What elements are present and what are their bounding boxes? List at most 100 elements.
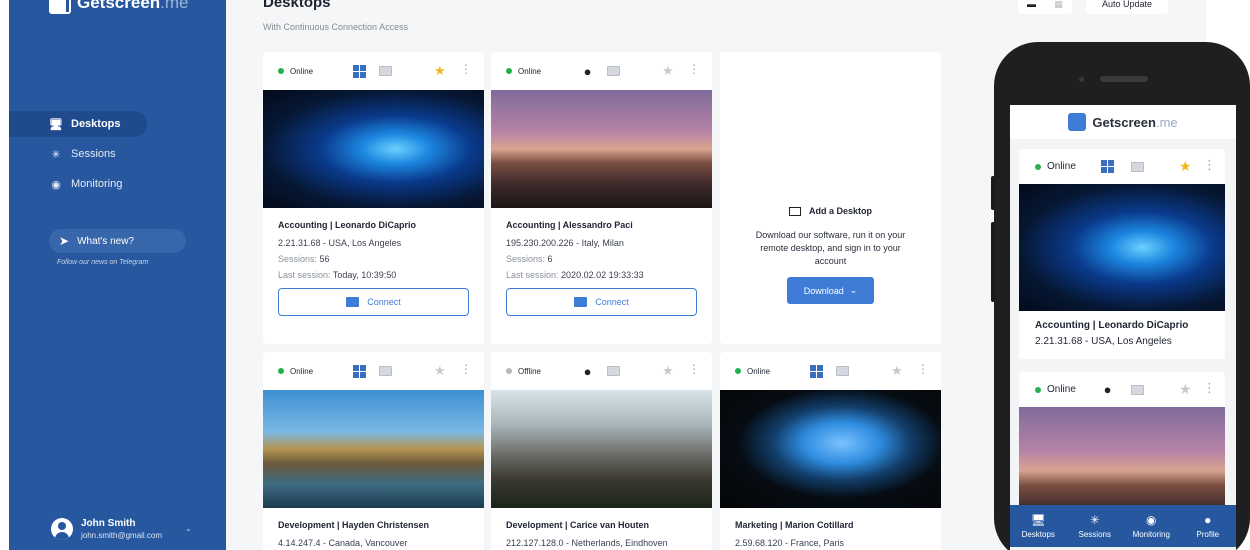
sessions-icon: ✳ <box>51 148 61 161</box>
status-dot <box>278 368 284 374</box>
star-icon[interactable]: ★ <box>434 363 446 379</box>
phone-speaker <box>1100 76 1148 82</box>
last-session-label: Last session: <box>506 270 559 280</box>
more-menu-icon[interactable]: ⋮ <box>460 362 472 376</box>
windows-icon <box>353 365 366 378</box>
chevron-down-icon: ⌄ <box>849 285 858 295</box>
user-menu[interactable]: John Smith john.smith@gmail.com ⌄ <box>51 518 192 540</box>
sidebar: Getscreen .me 🖥 Desktops ✳ Sessions ◉ Mon… <box>9 0 226 550</box>
sessions-icon: ✳ <box>1089 513 1100 527</box>
star-icon[interactable]: ★ <box>891 363 903 379</box>
auto-update-button[interactable]: Auto Update <box>1086 0 1168 14</box>
desktop-card[interactable]: Online ★ ⋮ Accounting | Leonardo DiCapri… <box>263 52 484 344</box>
star-icon[interactable]: ★ <box>434 63 446 79</box>
grid-view-icon[interactable]: ▦ <box>1045 0 1072 14</box>
more-menu-icon[interactable]: ⋮ <box>917 362 929 376</box>
page-title: Desktops <box>263 0 331 11</box>
screen-icon <box>607 366 620 376</box>
card-header: Online ● ★ ⋮ <box>491 52 712 90</box>
more-menu-icon[interactable]: ⋮ <box>1203 380 1216 396</box>
desktop-card[interactable]: Online ★ ⋮ Accounting | Leonardo DiCapri… <box>1019 149 1225 359</box>
last-session-value: 2020.02.02 19:33:33 <box>561 270 644 280</box>
view-toggle: ▬ ▦ <box>1018 0 1072 14</box>
more-menu-icon[interactable]: ⋮ <box>460 62 472 76</box>
list-view-icon[interactable]: ▬ <box>1018 0 1045 14</box>
tab-monitoring[interactable]: ◉ Monitoring <box>1123 505 1180 547</box>
screen-icon <box>379 66 392 76</box>
card-header: Online ★ ⋮ <box>263 352 484 390</box>
connect-button[interactable]: Connect <box>506 288 697 316</box>
desktop-thumbnail[interactable] <box>491 90 712 208</box>
brand-name: Getscreen <box>77 0 161 12</box>
desktop-thumbnail[interactable] <box>720 390 941 508</box>
sidebar-item-desktops[interactable]: 🖥 Desktops <box>9 111 147 137</box>
logo[interactable]: Getscreen .me <box>49 0 189 14</box>
phone-camera <box>1079 77 1084 82</box>
windows-icon <box>353 65 366 78</box>
status-dot <box>735 368 741 374</box>
user-name: John Smith <box>81 518 136 529</box>
desktop-card[interactable]: Offline ● ★ ⋮ Development | Carice van H… <box>491 352 712 550</box>
last-session-value: Today, 10:39:50 <box>332 270 397 280</box>
screen-icon <box>1131 162 1144 172</box>
more-menu-icon[interactable]: ⋮ <box>1203 157 1216 173</box>
desktop-ip: 2.21.31.68 - USA, Los Angeles <box>1035 336 1172 347</box>
last-session-label: Last session: <box>278 270 331 280</box>
screen-icon <box>836 366 849 376</box>
phone-side-button <box>991 222 995 302</box>
sessions-value: 6 <box>547 254 553 264</box>
desktop-ip: 212.127.128.0 - Netherlands, Eindhoven <box>506 538 668 548</box>
more-menu-icon[interactable]: ⋮ <box>688 362 700 376</box>
connect-icon <box>574 297 588 307</box>
star-icon[interactable]: ★ <box>1179 158 1192 175</box>
avatar-icon <box>51 518 73 540</box>
more-menu-icon[interactable]: ⋮ <box>688 62 700 76</box>
card-header: Online ★ ⋮ <box>1019 149 1225 184</box>
whats-new-button[interactable]: ➤ What's new? <box>49 229 186 253</box>
tab-desktops[interactable]: 🖥 Desktops <box>1010 505 1067 547</box>
desktop-icon: 🖥 <box>1030 513 1046 527</box>
profile-icon: ● <box>1204 513 1212 527</box>
desktop-icon: 🖥 <box>49 118 63 131</box>
sidebar-item-sessions[interactable]: ✳ Sessions <box>9 141 226 167</box>
last-session: Last session: Today, 10:39:50 <box>278 270 469 280</box>
desktop-card[interactable]: Online ★ ⋮ Marketing | Marion Cotillard … <box>720 352 941 550</box>
desktop-thumbnail[interactable] <box>491 390 712 508</box>
brand-suffix: .me <box>160 0 189 12</box>
status-text: Online <box>1047 384 1076 395</box>
desktop-thumbnail[interactable] <box>1019 184 1225 311</box>
star-icon[interactable]: ★ <box>662 363 674 379</box>
card-header: Offline ● ★ ⋮ <box>491 352 712 390</box>
status-text: Online <box>290 66 314 76</box>
card-header: Online ★ ⋮ <box>263 52 484 90</box>
download-button[interactable]: Download ⌄ <box>787 277 874 304</box>
brand-name: Getscreen <box>1092 114 1156 130</box>
desktop-card[interactable]: Online ● ★ ⋮ Accounting | Alessandro Pac… <box>491 52 712 344</box>
sidebar-item-monitoring[interactable]: ◉ Monitoring <box>9 171 226 197</box>
connect-icon <box>346 297 360 307</box>
phone-mockup: Getscreen.me Online ★ ⋮ Accounting | Leo… <box>991 42 1250 550</box>
desktop-card[interactable]: Online ● ★ ⋮ <box>1019 372 1225 512</box>
sidebar-item-label: Sessions <box>71 148 116 160</box>
desktop-name: Marketing | Marion Cotillard <box>735 520 854 530</box>
desktop-ip: 4.14.247.4 - Canada, Vancouver <box>278 538 408 548</box>
desktop-thumbnail[interactable] <box>263 90 484 208</box>
desktop-thumbnail[interactable] <box>1019 407 1225 512</box>
tab-sessions[interactable]: ✳ Sessions <box>1067 505 1124 547</box>
apple-icon: ● <box>583 64 592 79</box>
sidebar-item-label: Desktops <box>71 118 121 130</box>
connect-button[interactable]: Connect <box>278 288 469 316</box>
screen-icon <box>1131 385 1144 395</box>
desktop-card[interactable]: Online ★ ⋮ Development | Hayden Christen… <box>263 352 484 550</box>
phone-header: Getscreen.me <box>1010 105 1236 139</box>
desktop-name: Development | Carice van Houten <box>506 520 650 530</box>
add-desktop-description: Download our software, run it on your re… <box>755 230 906 266</box>
desktop-ip: 195.230.200.226 - Italy, Milan <box>506 238 624 248</box>
desktop-thumbnail[interactable] <box>263 390 484 508</box>
sessions-value: 56 <box>319 254 330 264</box>
star-icon[interactable]: ★ <box>1179 381 1192 398</box>
tab-profile[interactable]: ● Profile <box>1180 505 1237 547</box>
phone-side-button <box>991 176 995 210</box>
star-icon[interactable]: ★ <box>662 63 674 79</box>
sessions-label: Sessions: <box>506 254 546 264</box>
